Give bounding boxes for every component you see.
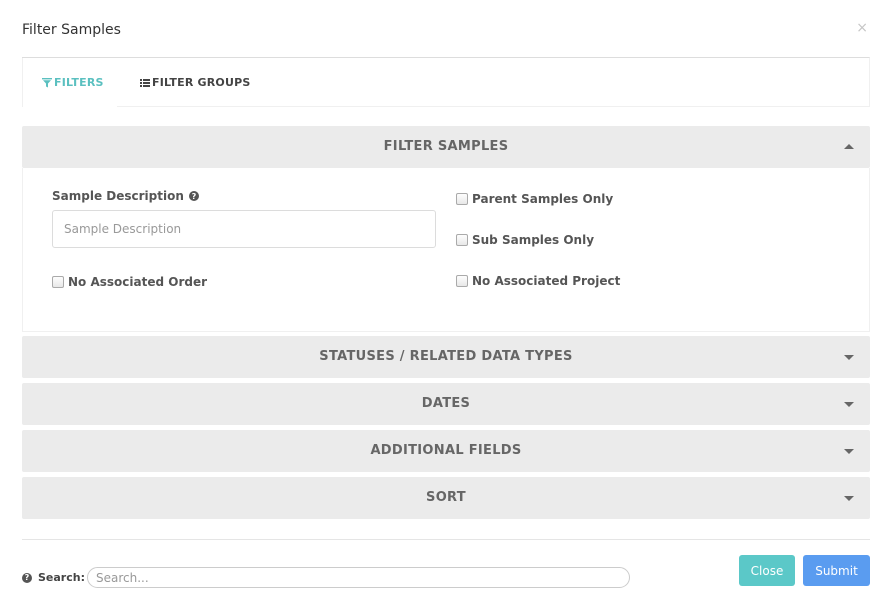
help-icon[interactable]: ?	[188, 191, 199, 201]
panel-additional-fields-header[interactable]: ADDITIONAL FIELDS	[22, 430, 870, 472]
panel-title: STATUSES / RELATED DATA TYPES	[319, 349, 573, 364]
caret-down-icon	[844, 355, 854, 360]
filter-icon	[42, 77, 52, 87]
no-associated-order-checkbox[interactable]: No Associated Order	[52, 275, 207, 289]
checkbox-label: No Associated Project	[472, 274, 621, 288]
search-label-text: Search:	[38, 571, 85, 584]
caret-down-icon	[844, 402, 854, 407]
tab-filters-label: FILTERS	[54, 76, 104, 89]
panel-title: DATES	[421, 396, 471, 411]
tab-filter-groups[interactable]: FILTER GROUPS	[140, 76, 250, 89]
checkbox-label: Parent Samples Only	[472, 192, 614, 206]
checkbox-box[interactable]	[52, 276, 64, 288]
close-icon[interactable]: ×	[856, 20, 868, 36]
caret-down-icon	[844, 496, 854, 501]
panel-sort-header[interactable]: SORT	[22, 477, 870, 519]
panel-title: SORT	[426, 490, 466, 505]
caret-up-icon	[844, 144, 854, 149]
list-icon	[140, 78, 150, 87]
sub-samples-only-checkbox[interactable]: Sub Samples Only	[456, 233, 594, 247]
search-input[interactable]	[87, 567, 630, 588]
sample-description-label-text: Sample Description	[52, 189, 184, 203]
no-associated-project-checkbox[interactable]: No Associated Project	[456, 274, 620, 288]
panel-statuses-header[interactable]: STATUSES / RELATED DATA TYPES	[22, 336, 870, 378]
tab-bar: FILTERS FILTER GROUPS	[22, 57, 870, 107]
checkbox-box[interactable]	[456, 193, 468, 205]
help-icon[interactable]: ?	[22, 572, 32, 583]
checkbox-box[interactable]	[456, 234, 468, 246]
panel-dates-header[interactable]: DATES	[22, 383, 870, 425]
panel-title: FILTER SAMPLES	[383, 139, 509, 154]
checkbox-label: No Associated Order	[68, 275, 208, 289]
search-label: ? Search:	[22, 571, 85, 584]
caret-down-icon	[844, 449, 854, 454]
panel-title: ADDITIONAL FIELDS	[370, 443, 522, 458]
parent-samples-only-checkbox[interactable]: Parent Samples Only	[456, 192, 613, 206]
submit-button[interactable]: Submit	[803, 555, 870, 586]
sample-description-input[interactable]	[52, 210, 436, 248]
sample-description-label: Sample Description ?	[52, 189, 199, 203]
footer-divider	[22, 539, 870, 540]
tab-filter-groups-label: FILTER GROUPS	[152, 76, 251, 89]
panel-filter-samples-header[interactable]: FILTER SAMPLES	[22, 126, 870, 168]
close-button[interactable]: Close	[739, 555, 795, 586]
checkbox-label: Sub Samples Only	[472, 233, 595, 247]
modal-title: Filter Samples	[22, 22, 121, 38]
checkbox-box[interactable]	[456, 275, 468, 287]
tab-filters[interactable]: FILTERS	[42, 76, 104, 89]
